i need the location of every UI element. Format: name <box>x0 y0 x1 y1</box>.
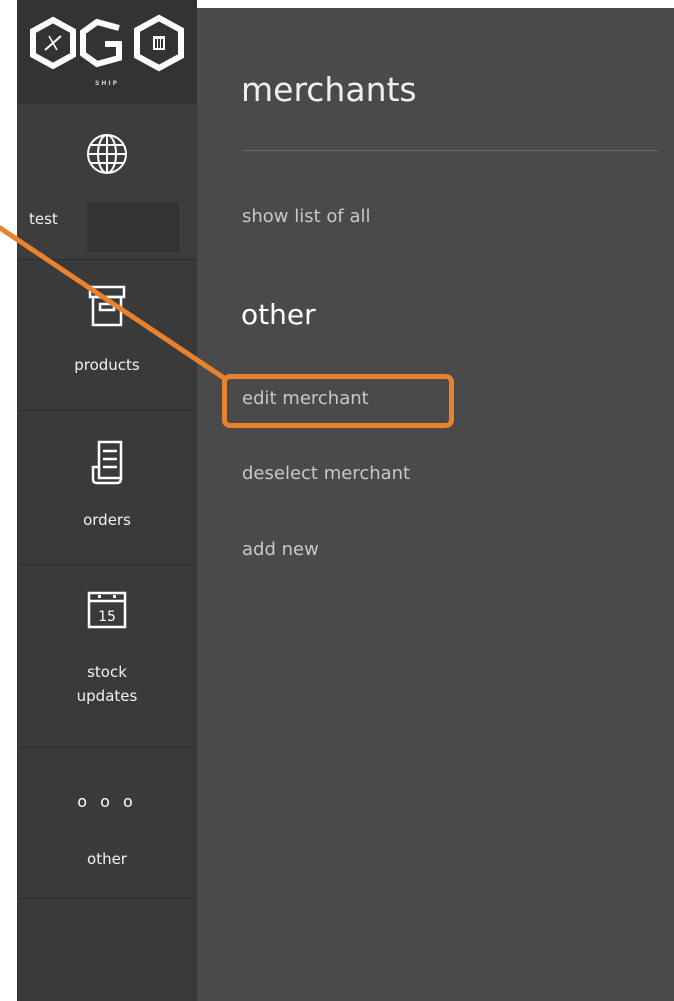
show-list-link[interactable]: show list of all <box>242 206 371 227</box>
sidebar-item-orders[interactable]: orders <box>17 411 197 564</box>
globe-icon <box>17 132 197 176</box>
sidebar-item-label: other <box>87 850 127 868</box>
receipt-icon <box>17 439 197 485</box>
logo-subtitle: SHIP <box>95 80 119 87</box>
sidebar-item-label: orders <box>83 511 131 529</box>
deselect-merchant-link[interactable]: deselect merchant <box>242 463 410 484</box>
sidebar-item-test[interactable]: test <box>17 104 197 260</box>
add-new-link[interactable]: add new <box>242 539 319 560</box>
sidebar-item-products[interactable]: products <box>17 260 197 410</box>
logo-icon <box>30 14 184 72</box>
page-title: merchants <box>241 70 417 109</box>
sidebar-item-other[interactable]: o o o other <box>17 748 197 898</box>
logo: SHIP <box>17 0 197 104</box>
main-panel: merchants show list of all other edit me… <box>197 8 674 1001</box>
sidebar: SHIP test products orders 15 stock updat… <box>17 0 197 1001</box>
section-heading: other <box>241 298 316 331</box>
sidebar-item-label: test <box>29 210 58 228</box>
redacted-block <box>87 202 179 252</box>
sidebar-item-label-line1: stock <box>87 663 127 681</box>
box-icon <box>17 284 197 328</box>
divider <box>17 898 197 899</box>
sidebar-item-label-line2: updates <box>76 687 138 705</box>
sidebar-item-stock-updates[interactable]: 15 stock updates <box>17 565 197 747</box>
calendar-day: 15 <box>98 609 116 625</box>
calendar-icon: 15 <box>17 587 197 631</box>
sidebar-item-label: products <box>74 356 140 374</box>
highlight-box <box>222 374 454 428</box>
app-frame: SHIP test products orders 15 stock updat… <box>0 0 674 1001</box>
title-divider <box>242 150 658 151</box>
dots-icon: o o o <box>77 792 137 811</box>
